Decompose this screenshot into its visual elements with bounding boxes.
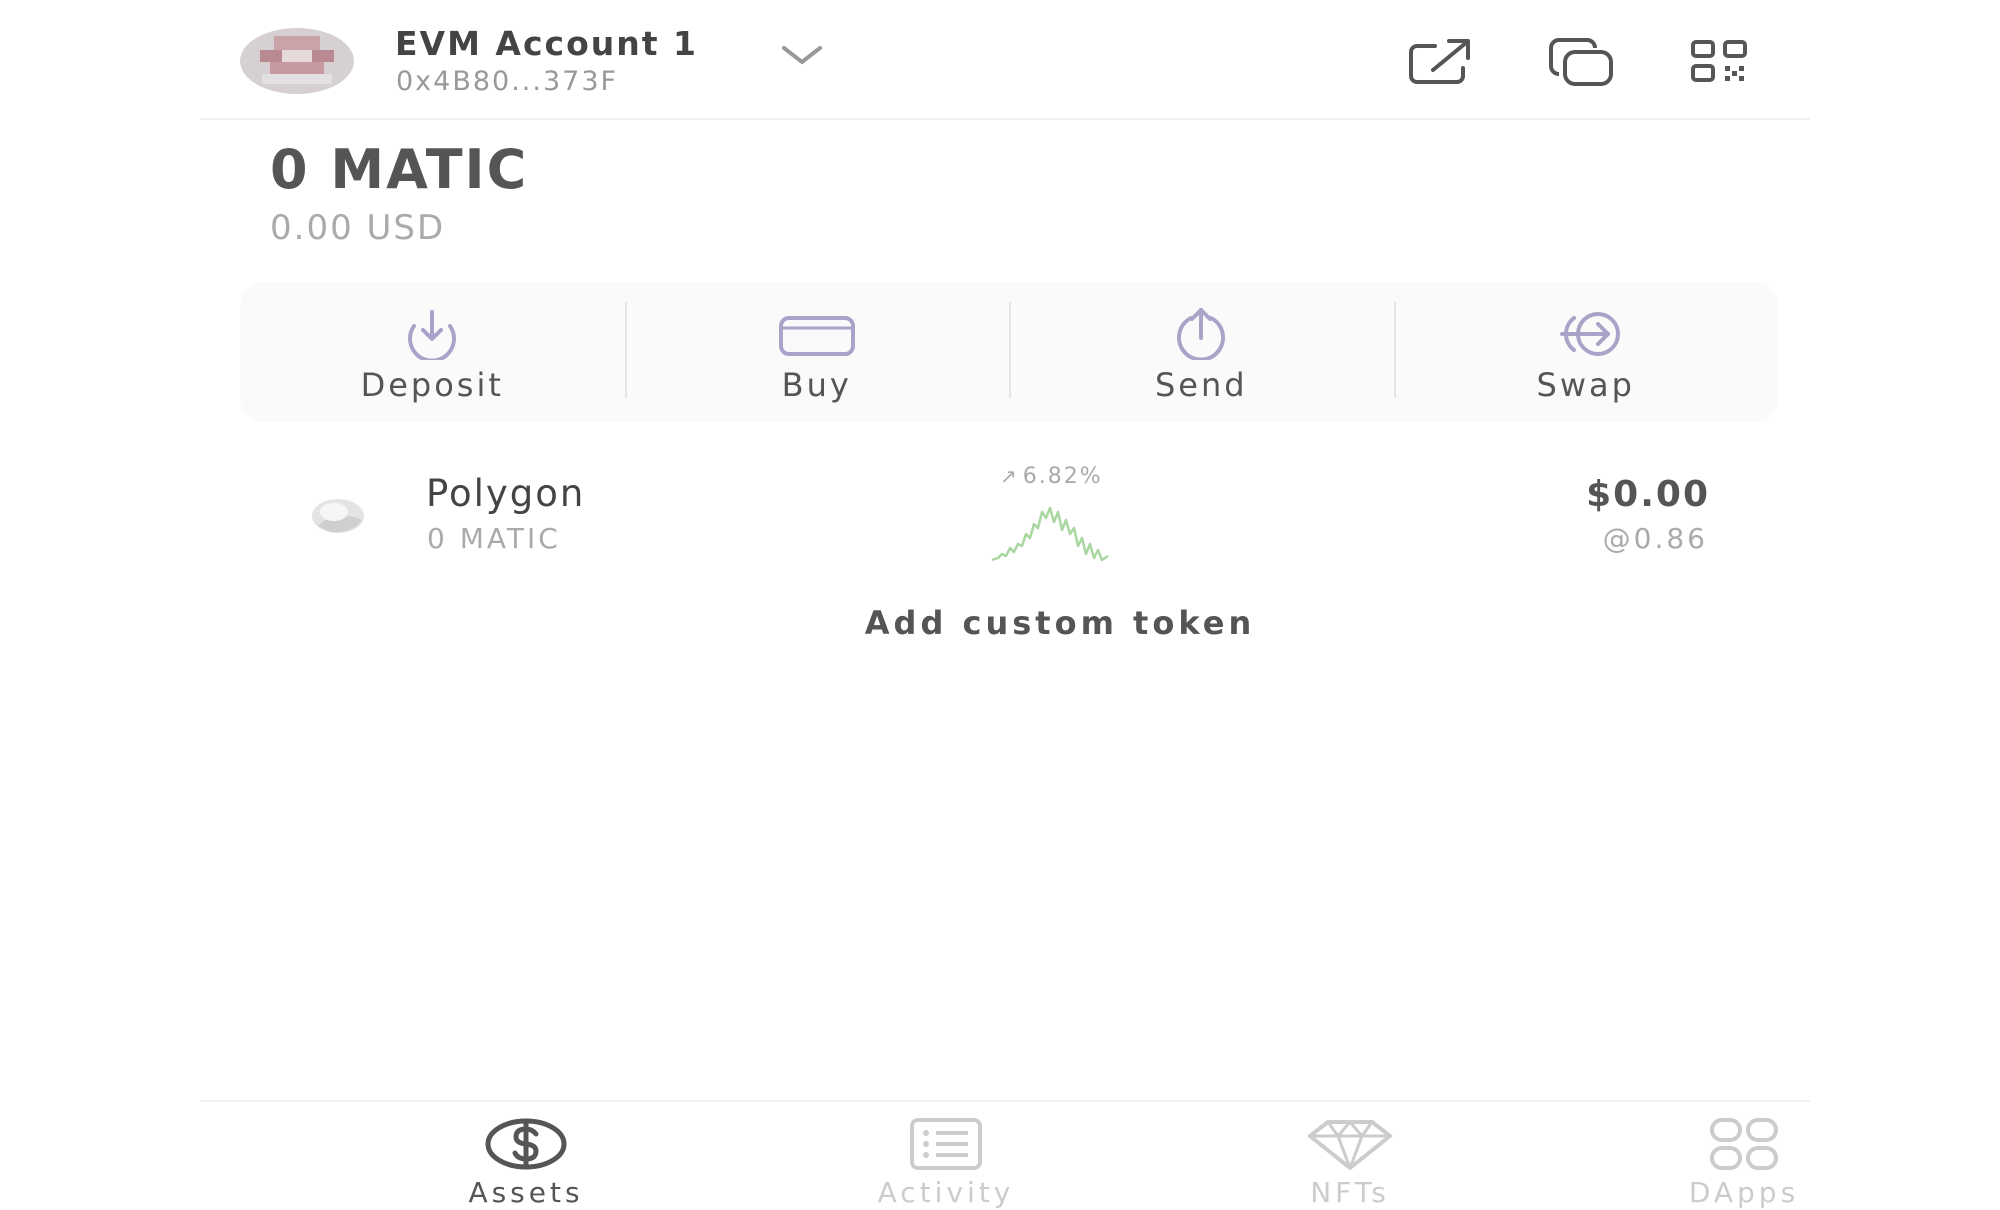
nav-activity[interactable]: Activity <box>826 1116 1066 1210</box>
wallet-app: EVM Account 1 0x4B80...373F 0 MATIC 0.00… <box>0 0 2000 1210</box>
arrow-up-right-icon: ↗ <box>1000 464 1019 488</box>
add-custom-token-button[interactable]: Add custom token <box>865 604 1255 642</box>
token-row-polygon[interactable]: Polygon 0 MATIC ↗ 6.82% $0.00 @0.86 <box>290 460 1730 570</box>
account-address[interactable]: 0x4B80...373F <box>396 66 618 97</box>
send-icon <box>1177 308 1226 360</box>
action-bar: Deposit Buy Send Swap <box>240 282 1778 422</box>
external-link-icon[interactable] <box>1405 36 1477 88</box>
buy-button[interactable]: Buy <box>624 282 1010 422</box>
nav-nfts-label: NFTs <box>1310 1176 1390 1209</box>
balance-amount: 0 MATIC <box>270 138 529 201</box>
buy-label: Buy <box>781 366 852 404</box>
token-change-value: 6.82% <box>1022 464 1103 489</box>
send-button[interactable]: Send <box>1009 282 1394 422</box>
copy-icon[interactable] <box>1545 36 1617 88</box>
nav-activity-label: Activity <box>877 1176 1015 1209</box>
swap-icon <box>1559 312 1620 356</box>
card-icon <box>778 316 855 356</box>
swap-button[interactable]: Swap <box>1393 282 1779 422</box>
token-price: @0.86 <box>1602 522 1708 555</box>
nav-dapps-label: DApps <box>1688 1176 1800 1209</box>
nav-dapps[interactable]: DApps <box>1624 1116 1864 1210</box>
polygon-token-icon <box>312 499 364 533</box>
deposit-icon <box>408 310 457 360</box>
nav-nfts[interactable]: NFTs <box>1230 1116 1470 1210</box>
list-icon <box>910 1118 982 1170</box>
token-value: $0.00 <box>1586 474 1710 515</box>
dollar-circle-icon <box>485 1118 567 1170</box>
qr-code-icon[interactable] <box>1685 36 1757 88</box>
balance-fiat: 0.00 USD <box>270 208 446 248</box>
account-name[interactable]: EVM Account 1 <box>395 24 698 63</box>
token-change: ↗ 6.82% <box>1000 464 1103 489</box>
nav-assets[interactable]: Assets <box>406 1116 646 1210</box>
token-amount: 0 MATIC <box>427 522 561 555</box>
price-sparkline <box>991 506 1109 562</box>
diamond-icon <box>1308 1120 1392 1170</box>
nav-assets-label: Assets <box>468 1176 584 1209</box>
avatar[interactable] <box>240 28 354 94</box>
account-header: EVM Account 1 0x4B80...373F <box>200 0 1810 120</box>
send-label: Send <box>1154 366 1248 404</box>
bottom-nav: Assets Activity NFTs DApps <box>200 1100 1810 1210</box>
token-name: Polygon <box>426 472 586 515</box>
deposit-label: Deposit <box>360 366 504 404</box>
swap-label: Swap <box>1536 366 1635 404</box>
chevron-down-icon[interactable] <box>780 42 824 70</box>
add-custom-token-container: Add custom token <box>0 604 2000 642</box>
grid-icon <box>1710 1118 1778 1170</box>
deposit-button[interactable]: Deposit <box>240 282 625 422</box>
